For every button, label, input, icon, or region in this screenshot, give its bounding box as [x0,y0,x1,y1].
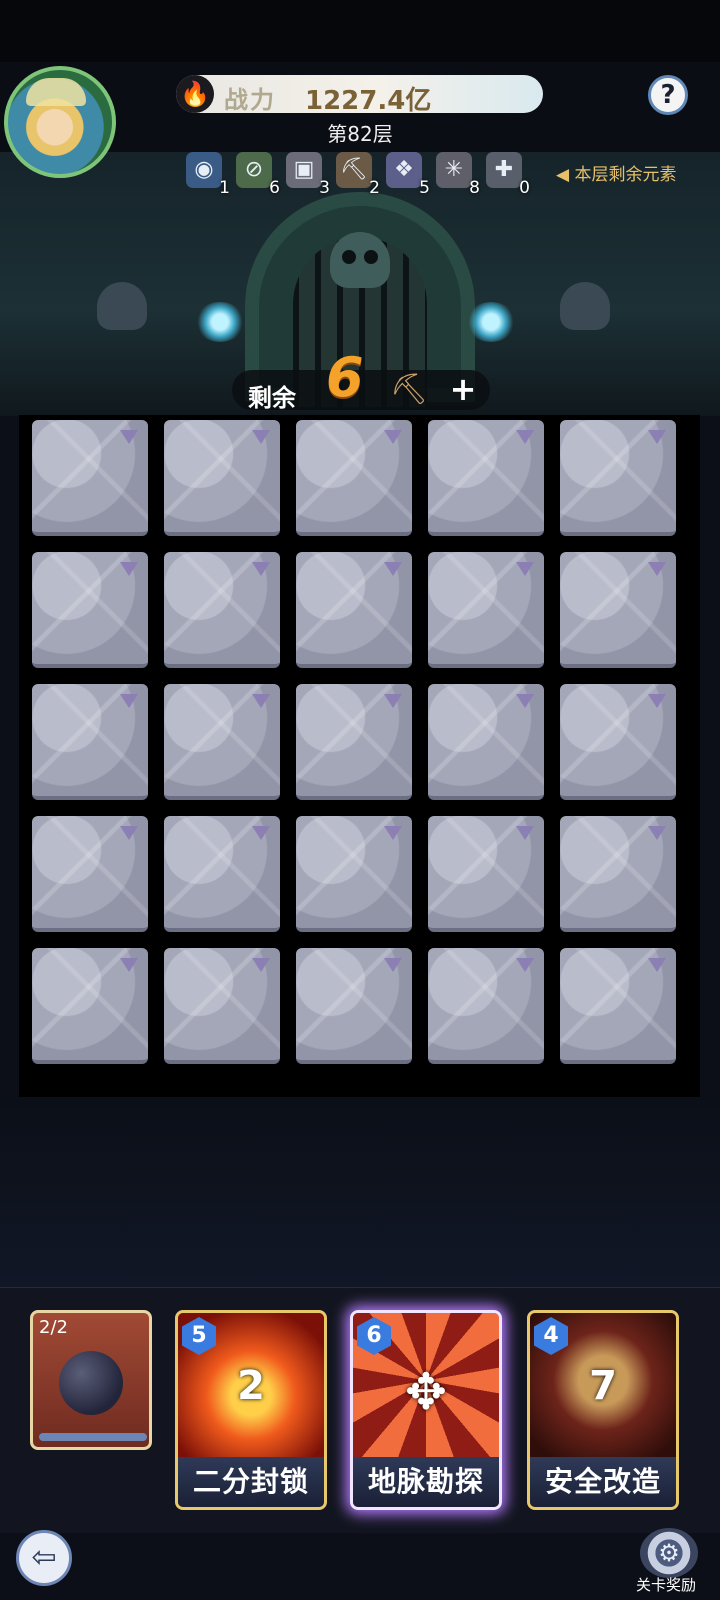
skull-ornament [330,232,390,288]
floor-element-count: 2 [369,178,380,198]
floor-element-count: 5 [419,178,430,198]
floor-element-count: 1 [219,178,230,198]
left-torch-icon [195,302,245,342]
stone-tile[interactable] [296,552,412,668]
floor-element-item[interactable]: ✚ 0 [486,152,530,198]
level-reward-label[interactable]: 关卡奖励 [636,1574,696,1595]
floor-label: 第82层 [327,122,393,146]
remaining-elements-hint[interactable]: ◀ 本层剩余元素 [556,160,676,185]
pickaxe-icon: ⛏ [336,152,372,188]
skill-card-split-seal[interactable]: 5 2 二分封锁 [175,1310,327,1510]
bomb-charge-bar [39,1433,147,1441]
portal-icon: ◉ [186,152,222,188]
stone-tile[interactable] [32,816,148,932]
stone-tile[interactable] [164,552,280,668]
stone-tile[interactable] [428,420,544,536]
stone-tile[interactable] [32,684,148,800]
stone-tile[interactable] [32,552,148,668]
crystal-icon: ❖ [386,152,422,188]
card-name: 安全改造 [530,1457,676,1507]
skill-card-vein-explore[interactable]: 6 ✥ 地脉勘探 [350,1310,502,1510]
left-banner-skull [97,282,147,330]
locked-chest-icon: ▣ [286,152,322,188]
pickaxe-icon: ⛏ [390,372,429,407]
flame-icon: 🔥 [176,75,214,113]
floor-element-count: 8 [469,178,480,198]
stone-tile[interactable] [560,420,676,536]
bomb-icon [59,1351,123,1415]
bomb-count: 2/2 [39,1317,68,1338]
lower-background [0,1097,720,1287]
floor-element-item[interactable]: ◉ 1 [186,152,230,198]
stone-tile[interactable] [296,816,412,932]
right-banner-skull [560,282,610,330]
card-number: 2 [237,1363,265,1409]
card-name: 二分封锁 [178,1457,324,1507]
stone-tile[interactable] [164,684,280,800]
stone-tile[interactable] [560,816,676,932]
stone-tile[interactable] [164,420,280,536]
skill-card-safe-modify[interactable]: 4 7 安全改造 [527,1310,679,1510]
forbidden-icon: ⊘ [236,152,272,188]
bomb-card[interactable]: 2/2 [30,1310,152,1450]
stone-tile[interactable] [296,948,412,1064]
card-symbol: ✥ [405,1363,447,1421]
reward-gear-icon[interactable]: ⚙ [640,1528,698,1578]
stone-tile[interactable] [428,948,544,1064]
combat-power-value: 1227.4亿 [305,86,432,116]
floor-element-item[interactable]: ❖ 5 [386,152,430,198]
stone-tile[interactable] [428,552,544,668]
pickaxe-remaining-label: 剩余 [248,384,296,412]
floor-element-count: 6 [269,178,280,198]
exit-button[interactable]: ⇦ [16,1530,72,1586]
stone-tile[interactable] [560,552,676,668]
card-name: 地脉勘探 [353,1457,499,1507]
floor-element-item[interactable]: ▣ 3 [286,152,330,198]
right-torch-icon [466,302,516,342]
stone-tile[interactable] [560,948,676,1064]
stone-tile[interactable] [296,684,412,800]
stone-tile[interactable] [32,420,148,536]
stone-tile[interactable] [428,816,544,932]
help-button[interactable]: ? [648,75,688,115]
stone-tile[interactable] [560,684,676,800]
puzzle-icon: ✚ [486,152,522,188]
floor-elements-list: ◉ 1 ⊘ 6 ▣ 3 ⛏ 2 ❖ 5 ✳ 8 ✚ 0 [186,152,530,200]
stone-tile[interactable] [32,948,148,1064]
floor-element-count: 0 [519,178,530,198]
stone-tile[interactable] [296,420,412,536]
remaining-elements-text: 本层剩余元素 [574,165,677,185]
combat-power-label: 战力 [224,86,276,114]
floor-element-count: 3 [319,178,330,198]
pickaxe-remaining-count: 6 [326,346,364,409]
stone-tile[interactable] [164,948,280,1064]
stone-tile[interactable] [428,684,544,800]
floor-element-item[interactable]: ⊘ 6 [236,152,280,198]
status-bar-area [0,0,720,62]
floor-element-item[interactable]: ⛏ 2 [336,152,380,198]
spiderweb-icon: ✳ [436,152,472,188]
card-number: 7 [589,1363,617,1409]
floor-element-item[interactable]: ✳ 8 [436,152,480,198]
stone-tile[interactable] [164,816,280,932]
mining-board [19,415,700,1097]
add-pickaxe-button[interactable]: + [448,373,478,405]
